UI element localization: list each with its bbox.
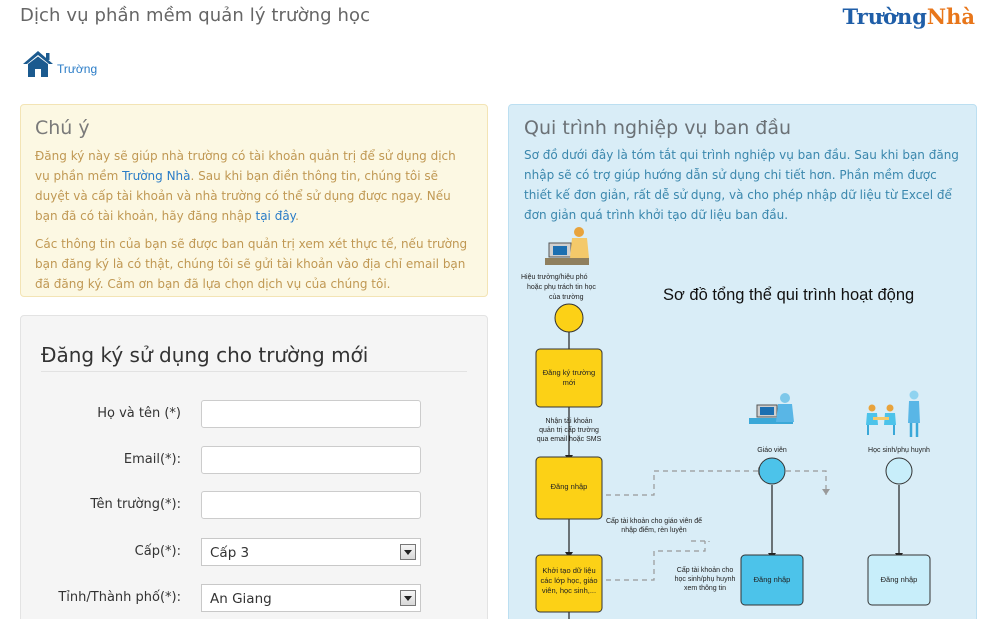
teacher-start-node <box>758 457 786 485</box>
step-register-label: mới <box>563 378 576 387</box>
form-row-level: Cấp(*): Cấp 3 <box>21 538 489 566</box>
student-account-note: Cấp tài khoản cho <box>677 565 734 574</box>
email-label: Email(*): <box>123 452 181 467</box>
form-row-name: Họ và tên (*) <box>21 400 489 428</box>
form-row-email: Email(*): <box>21 446 489 474</box>
step-register-label: Đăng ký trường <box>543 368 595 377</box>
breadcrumb: Trường <box>22 46 97 78</box>
diagram-title: Sơ đồ tổng thể qui trình hoạt động <box>663 286 914 304</box>
principal-label: Hiệu trưởng/hiệu phó <box>521 273 588 281</box>
province-label: Tỉnh/Thành phố(*): <box>58 590 181 605</box>
notice-text: . <box>295 209 299 223</box>
notice-box: Chú ý Đăng ký này sẽ giúp nhà trường có … <box>20 104 488 297</box>
student-parent-actor-icon <box>866 390 920 437</box>
home-icon[interactable] <box>22 50 54 78</box>
level-selected-value: Cấp 3 <box>210 545 250 561</box>
login-here-link[interactable]: tại đây <box>256 209 296 223</box>
process-panel: Qui trình nghiệp vụ ban đầu Sơ đồ dưới đ… <box>508 104 977 619</box>
dropdown-arrow-icon[interactable] <box>400 590 416 606</box>
form-row-school: Tên trường(*): <box>21 491 489 519</box>
teacher-account-note: nhập điểm, rèn luyện <box>621 526 686 534</box>
receive-account-note: quản trị cấp trường <box>539 425 599 434</box>
step-init-label: các lớp học, giáo <box>540 576 597 585</box>
principal-label: của trường <box>549 293 584 301</box>
form-divider <box>41 371 467 372</box>
step-login-label: Đăng nhập <box>551 482 588 491</box>
notice-paragraph-1: Đăng ký này sẽ giúp nhà trường có tài kh… <box>35 146 473 226</box>
student-start-node <box>885 457 913 485</box>
form-row-province: Tỉnh/Thành phố(*): An Giang <box>21 584 489 612</box>
registration-form: Đăng ký sử dụng cho trường mới Họ và tên… <box>20 315 488 619</box>
level-label: Cấp(*): <box>134 544 181 559</box>
form-heading: Đăng ký sử dụng cho trường mới <box>41 343 369 367</box>
step-init-label: viên, học sinh,... <box>542 586 596 595</box>
page-title: Dịch vụ phần mềm quản lý trường học <box>20 5 371 26</box>
step-init-label: Khởi tạo dữ liệu <box>542 566 595 575</box>
start-node <box>554 303 584 333</box>
logo-part-1: Trường <box>842 4 927 29</box>
teacher-label: Giáo viên <box>757 447 787 454</box>
email-input[interactable] <box>201 446 421 474</box>
receive-account-note: qua email hoặc SMS <box>537 436 602 443</box>
principal-label: hoặc phụ trách tin học <box>527 284 596 291</box>
breadcrumb-link-school[interactable]: Trường <box>57 62 97 76</box>
teacher-login-label: Đăng nhập <box>754 575 791 584</box>
level-select[interactable]: Cấp 3 <box>201 538 421 566</box>
province-selected-value: An Giang <box>210 591 272 607</box>
notice-heading: Chú ý <box>35 117 90 139</box>
dropdown-arrow-icon[interactable] <box>400 544 416 560</box>
name-input[interactable] <box>201 400 421 428</box>
principal-actor-icon <box>545 227 589 265</box>
school-name-label: Tên trường(*): <box>90 497 181 512</box>
notice-paragraph-2: Các thông tin của bạn sẽ được ban quản t… <box>35 237 468 291</box>
receive-account-note: Nhận tài khoản <box>545 418 592 425</box>
teacher-account-note: Cấp tài khoản cho giáo viên để <box>606 516 702 525</box>
logo[interactable]: TrườngNhà <box>843 4 975 29</box>
teacher-actor-icon <box>749 393 794 424</box>
school-name-input[interactable] <box>201 491 421 519</box>
logo-part-2: Nhà <box>926 4 975 29</box>
truongnha-link[interactable]: Trường Nhà <box>122 169 190 183</box>
student-parent-label: Học sinh/phụ huynh <box>868 447 930 454</box>
student-account-note: xem thông tin <box>684 585 726 592</box>
process-flow-diagram: Hiệu trưởng/hiệu phó hoặc phụ trách tin … <box>521 227 931 619</box>
student-login-label: Đăng nhập <box>881 575 918 584</box>
province-select[interactable]: An Giang <box>201 584 421 612</box>
student-account-note: học sinh/phụ huynh <box>675 576 736 583</box>
name-label: Họ và tên (*) <box>97 406 181 421</box>
